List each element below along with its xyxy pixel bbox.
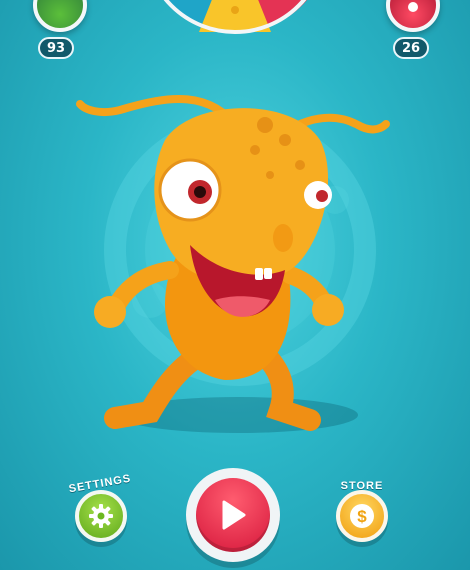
settings-button[interactable] <box>75 490 127 542</box>
dollar-coin-icon: $ <box>350 504 374 528</box>
svg-text:$: $ <box>357 507 367 526</box>
play-button[interactable] <box>186 468 280 562</box>
play-icon <box>222 500 246 530</box>
play-button-core[interactable] <box>196 478 270 552</box>
game-screen: 93 26 SETTINGS STORE $ <box>0 0 470 570</box>
store-button[interactable]: $ <box>336 490 388 542</box>
gear-icon <box>89 504 113 528</box>
